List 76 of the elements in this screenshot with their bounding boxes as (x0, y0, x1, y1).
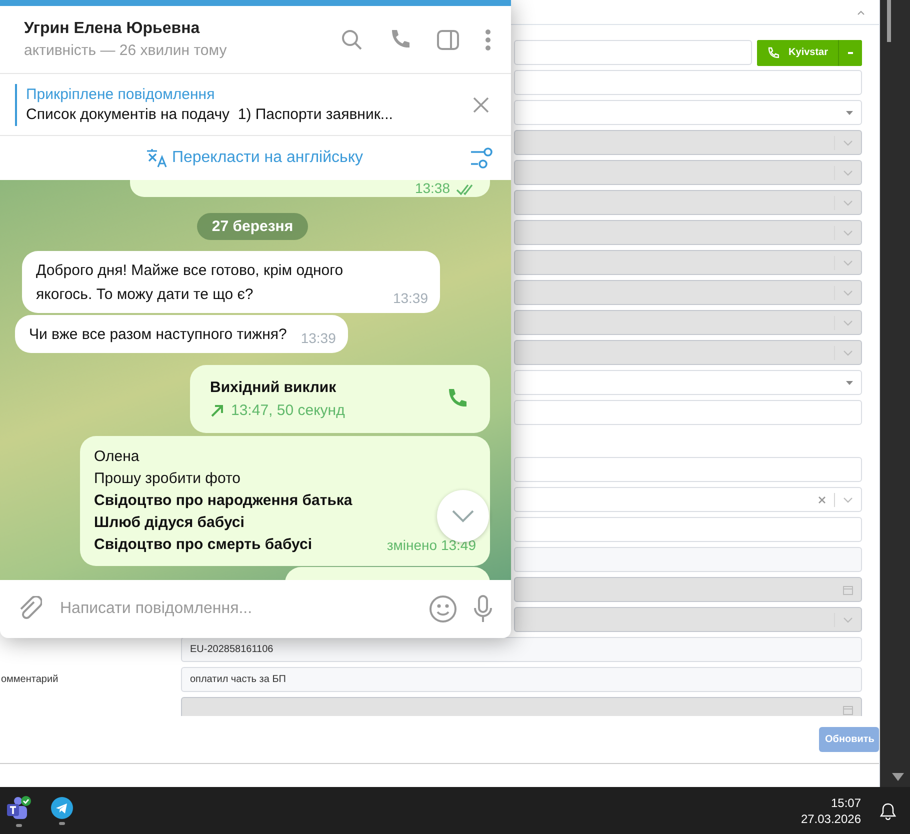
input-field[interactable] (514, 40, 752, 65)
translate-link[interactable]: Перекласти на англійську (146, 148, 364, 168)
voice-button[interactable] (473, 595, 493, 623)
team-app-icon[interactable] (5, 794, 32, 820)
message-time: 13:39 (392, 289, 428, 307)
chevron-down-icon (843, 200, 853, 206)
contact-status: активність — 26 хвилин тому (24, 42, 228, 59)
more-icon (485, 28, 491, 50)
chevron-down-icon (843, 140, 853, 146)
chevron-up-icon[interactable] (857, 10, 865, 14)
sidebar-toggle-button[interactable] (437, 30, 459, 50)
dropdown-triangle-icon (846, 380, 853, 384)
sliders-icon (470, 147, 494, 169)
chevron-down-icon (451, 509, 475, 523)
message-time: 13:39 (300, 329, 336, 347)
contact-name: Угрин Елена Юрьевна (24, 20, 201, 38)
panel-icon (437, 30, 459, 50)
smiley-icon (429, 595, 457, 623)
dropdown-toggle[interactable] (838, 40, 862, 66)
search-icon (341, 28, 363, 50)
call-title: Вихідний виклик (210, 379, 338, 396)
scroll-down-icon[interactable] (892, 773, 904, 781)
input-field[interactable] (514, 400, 862, 425)
message-text: Доброго дня! Майже все готово, крім одного якогось. То можу дати те що є? (36, 261, 344, 305)
message-text: Олена Прошу зробити фото Свідоцтво про народження батька Шлюб дідуся бабусі Свідоцтво про смерть бабусі (94, 447, 354, 555)
close-icon (473, 96, 489, 112)
arrow-up-right-icon (210, 404, 224, 418)
select-field[interactable] (514, 487, 862, 512)
message-input[interactable]: Написати повідомлення... (58, 599, 413, 619)
select-field[interactable] (514, 370, 862, 395)
translate-settings-button[interactable] (470, 147, 494, 169)
update-button[interactable]: Обновить (819, 727, 879, 752)
notification-bell-icon[interactable] (880, 802, 896, 820)
pinned-message[interactable]: Список документів на подачу 1) Паспорти заявник... (26, 106, 473, 123)
paper-plane-app-icon[interactable] (51, 796, 73, 818)
translate-icon (146, 148, 168, 168)
call-button[interactable] (389, 28, 411, 50)
select-field[interactable] (514, 100, 862, 125)
input-field[interactable] (514, 70, 862, 95)
call-detail: 13:47, 50 секунд (231, 402, 345, 419)
date-separator: 27 березня (196, 213, 308, 240)
close-button[interactable] (473, 96, 489, 112)
input-field[interactable] (514, 547, 862, 572)
chevron-down-icon (843, 230, 853, 236)
emoji-button[interactable] (429, 595, 457, 623)
dropdown-triangle-icon (846, 110, 853, 114)
microphone-icon (473, 595, 493, 623)
clear-icon[interactable] (818, 496, 826, 504)
input-field[interactable]: EU-202858161106 (181, 637, 862, 662)
message-time: 13:38 (414, 180, 450, 196)
input-field[interactable] (514, 457, 862, 482)
chevron-down-icon (843, 320, 853, 326)
clock-date: 27.03.2026 (800, 810, 861, 826)
calendar-icon (843, 584, 853, 594)
chevron-down-icon (843, 496, 853, 502)
paperclip-icon (18, 596, 42, 622)
chevron-down-icon (843, 290, 853, 296)
phone-icon (766, 46, 779, 58)
chevron-down-icon (843, 350, 853, 356)
clock-time: 15:07 (830, 794, 861, 810)
chevron-down-icon (843, 260, 853, 266)
scrollbar-thumb[interactable] (887, 0, 891, 42)
message-time: змінено 13:49 (386, 536, 476, 555)
phone-icon (389, 28, 411, 50)
attach-button[interactable] (18, 596, 42, 622)
input-field[interactable]: оплатил часть за БП (181, 667, 862, 692)
pinned-title[interactable]: Прикріплене повідомлення (26, 86, 473, 103)
input-field[interactable] (514, 517, 862, 542)
field-label: омментарий (0, 674, 58, 685)
calendar-icon (843, 704, 853, 714)
chevron-down-icon (843, 170, 853, 176)
menu-button[interactable] (485, 28, 491, 50)
message-text: Чи вже все разом наступного тижня? (29, 325, 287, 345)
chevron-down-icon (843, 616, 853, 622)
caret-icon (848, 52, 853, 54)
search-button[interactable] (341, 28, 363, 50)
